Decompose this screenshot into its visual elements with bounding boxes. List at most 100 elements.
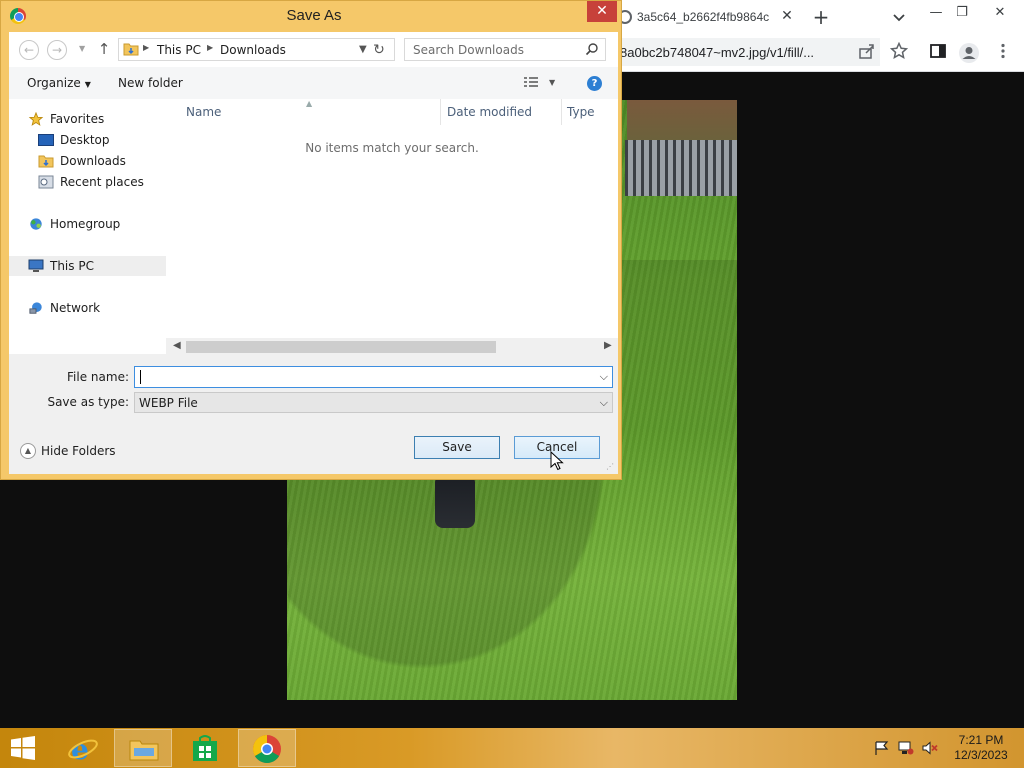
search-placeholder: Search Downloads [413,43,524,57]
column-header-date-modified[interactable]: Date modified [447,105,532,119]
tab-search-icon[interactable] [890,8,908,26]
horizontal-scrollbar[interactable]: ◀ ▶ [166,338,618,355]
scroll-left-icon[interactable]: ◀ [173,340,181,351]
view-options-icon[interactable] [524,77,538,89]
desktop-icon [38,134,54,146]
nav-item-desktop[interactable]: Desktop [9,130,166,150]
save-as-type-chevron-icon: ⌵ [599,396,608,409]
nav-item-this-pc[interactable]: This PC [9,256,166,276]
taskbar-clock[interactable]: 7:21 PM 12/3/2023 [950,733,1012,763]
recent-places-icon [38,175,54,189]
resize-grip-icon[interactable]: ⋰ [606,462,614,471]
forward-arrow-icon[interactable]: → [47,40,67,60]
network-tray-icon[interactable] [898,741,914,755]
file-name-label: File name: [67,370,129,384]
up-arrow-icon[interactable]: ↑ [94,40,114,60]
organize-button[interactable]: Organize ▼ [27,76,91,90]
bookmark-star-icon[interactable] [888,41,910,64]
nav-label-network: Network [50,301,101,315]
mouse-cursor-icon [550,451,564,471]
back-arrow-icon[interactable]: ← [19,40,39,60]
nav-label-desktop: Desktop [60,133,110,147]
volume-muted-icon[interactable] [922,741,938,755]
nav-label-downloads: Downloads [60,154,126,168]
column-header-name[interactable]: Name [186,105,221,119]
search-icon [585,43,598,56]
breadcrumb-separator-icon: ▶ [207,43,214,52]
window-close-button[interactable]: ✕ [983,2,1017,24]
nav-item-downloads[interactable]: Downloads [9,151,166,171]
help-icon[interactable]: ? [587,76,602,91]
breadcrumb[interactable]: ▶ This PC ▶ Downloads ▼ [118,38,395,61]
windows-start-icon[interactable] [10,736,36,760]
restore-button[interactable]: ❐ [945,2,979,24]
column-header-type[interactable]: Type [567,105,595,119]
store-icon [193,735,217,761]
star-icon [28,112,44,126]
photo-fence [625,140,737,196]
address-dropdown-chevron-icon[interactable]: ▼ [359,44,367,55]
taskbar-store[interactable] [176,729,234,767]
hide-folders-label: Hide Folders [41,444,116,458]
photo-person-legs [435,478,475,528]
taskbar: e 7:21 PM 12/3/2023 [0,728,1024,768]
file-list[interactable]: ▲ Name Date modified Type No items match… [166,99,618,354]
scrollbar-thumb[interactable] [186,341,496,353]
save-as-type-value: WEBP File [139,396,198,410]
nav-label-homegroup: Homegroup [50,217,121,231]
nav-item-favorites[interactable]: Favorites [9,109,166,129]
recent-locations-chevron-icon[interactable]: ▼ [79,44,85,53]
taskbar-chrome[interactable] [238,729,296,767]
new-tab-button[interactable]: + [810,6,832,28]
dialog-body: ← → ▼ ↑ ▶ This PC ▶ Downloads ▼ ↻ Search… [9,32,618,474]
save-button[interactable]: Save [414,436,500,459]
action-center-flag-icon[interactable] [874,741,890,755]
nav-label-favorites: Favorites [50,112,105,126]
file-explorer-icon [129,740,159,761]
column-divider[interactable] [440,99,441,125]
profile-avatar-icon[interactable] [958,42,980,64]
column-divider[interactable] [561,99,562,125]
taskbar-internet-explorer[interactable]: e [54,729,112,767]
search-input[interactable]: Search Downloads [404,38,606,61]
clock-time: 7:21 PM [958,733,1004,747]
tab-close-icon[interactable]: ✕ [778,7,796,25]
dialog-close-button[interactable]: ✕ [587,1,617,22]
view-chevron-icon[interactable]: ▼ [549,78,555,87]
command-bar: Organize ▼ New folder ▼ ? [9,67,618,99]
scroll-right-icon[interactable]: ▶ [604,340,612,351]
file-name-dropdown-chevron-icon[interactable]: ⌵ [600,370,608,384]
address-url: 8a0bc2b748047~mv2.jpg/v1/fill/... [620,45,815,60]
nav-label-this-pc: This PC [50,259,94,273]
nav-item-homegroup[interactable]: Homegroup [9,214,166,234]
file-name-field[interactable]: ⌵ [134,366,613,388]
breadcrumb-downloads[interactable]: Downloads [220,43,286,57]
navigation-pane: Favorites Desktop Downloads Recent place… [9,99,166,354]
nav-item-network[interactable]: Network [9,298,166,318]
chrome-icon [253,735,281,763]
dialog-title-bar[interactable]: Save As ✕ [1,1,621,31]
side-panel-icon[interactable] [927,42,949,64]
new-folder-button[interactable]: New folder [118,76,183,90]
share-icon[interactable] [856,42,878,64]
internet-explorer-icon: e [68,734,98,762]
save-as-type-select[interactable]: WEBP File ⌵ [134,392,613,413]
nav-item-recent-places[interactable]: Recent places [9,172,166,192]
this-pc-icon [28,259,44,272]
tab-title: 3a5c64_b2662f4fb9864c [637,10,770,24]
browser-tab[interactable]: 3a5c64_b2662f4fb9864c ✕ [612,0,802,34]
address-bar[interactable]: 8a0bc2b748047~mv2.jpg/v1/fill/... [580,38,880,66]
organize-label: Organize [27,76,81,90]
save-as-dialog: Save As ✕ ← → ▼ ↑ ▶ This PC ▶ Downloads … [0,0,622,480]
empty-list-message: No items match your search. [305,141,479,155]
refresh-icon[interactable]: ↻ [371,43,387,59]
save-form: File name: ⌵ Save as type: WEBP File ⌵ ▲… [9,355,618,474]
downloads-folder-icon [38,155,54,168]
nav-label-recent-places: Recent places [60,175,144,189]
network-icon [29,302,42,314]
chrome-menu-icon[interactable] [992,42,1014,64]
breadcrumb-this-pc[interactable]: This PC [157,43,201,57]
breadcrumb-separator-icon: ▶ [143,43,150,52]
taskbar-file-explorer[interactable] [114,729,172,767]
clock-date: 12/3/2023 [954,748,1008,762]
